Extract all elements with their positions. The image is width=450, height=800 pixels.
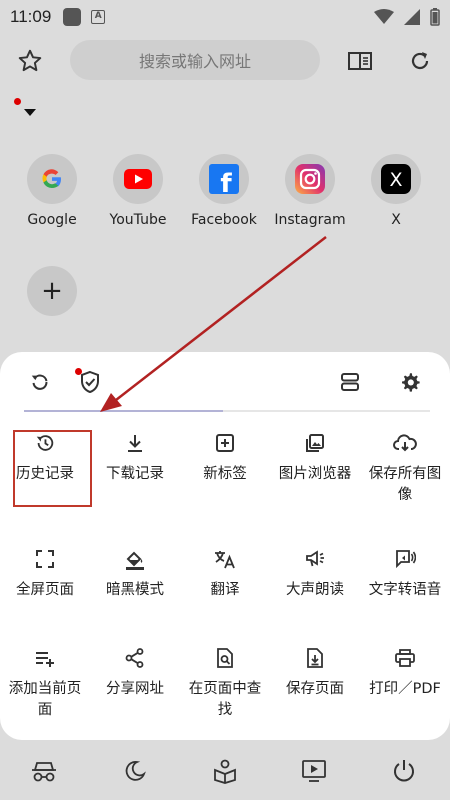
menu-item-translate[interactable]: 翻译	[180, 546, 270, 601]
bottom-navigation	[0, 740, 450, 800]
youtube-logo-icon	[124, 169, 152, 189]
menu-item-save-page[interactable]: 保存页面	[270, 645, 360, 700]
reload-button[interactable]	[401, 42, 439, 80]
gear-icon	[402, 373, 420, 392]
caret-down-icon	[24, 109, 36, 116]
star-icon	[18, 49, 42, 72]
facebook-letter: f	[220, 169, 232, 194]
shield-check-icon	[81, 370, 99, 394]
menu-item-label: 翻译	[210, 582, 240, 598]
x-letter: X	[389, 169, 402, 191]
fullscreen-icon	[36, 550, 54, 568]
menu-item-label: 文字转语音	[368, 582, 442, 598]
instagram-logo-icon	[295, 164, 325, 194]
menu-item-label: 打印／PDF	[369, 681, 441, 697]
dark-mode-icon	[126, 551, 144, 570]
print-icon	[395, 649, 415, 667]
status-bar: 11:09 A	[0, 0, 450, 34]
find-in-page-icon	[217, 648, 233, 668]
notification-dot	[14, 98, 21, 105]
menu-item-downloads[interactable]: 下载记录	[90, 430, 180, 485]
menu-item-dark-mode[interactable]: 暗黑模式	[90, 546, 180, 601]
layout-toggle-button[interactable]	[334, 366, 366, 398]
speed-dial-x[interactable]: X X	[353, 154, 439, 228]
menu-item-label: 在页面中查找	[188, 681, 262, 718]
add-page-icon	[36, 652, 54, 667]
share-icon	[125, 648, 144, 668]
menu-item-find-in-page[interactable]: 在页面中查找	[180, 645, 270, 721]
menu-item-image-viewer[interactable]: 图片浏览器	[270, 430, 360, 485]
menu-item-label: 新标签	[203, 466, 247, 482]
night-mode-button[interactable]	[118, 754, 152, 788]
menu-item-label: 图片浏览器	[278, 466, 352, 482]
menu-item-fullscreen[interactable]: 全屏页面	[0, 546, 90, 601]
media-player-button[interactable]	[297, 754, 331, 788]
progress-bar	[24, 410, 430, 412]
translate-icon	[215, 551, 235, 569]
sync-button[interactable]	[24, 366, 56, 398]
incognito-icon	[32, 762, 56, 782]
facebook-logo-icon: f	[209, 164, 239, 194]
sheet-header	[0, 352, 450, 412]
x-logo-icon: X	[381, 164, 411, 194]
search-placeholder: 搜索或输入网址	[138, 52, 251, 71]
reader-mode-button[interactable]	[341, 42, 379, 80]
add-shortcut-button[interactable]: +	[27, 266, 77, 316]
reader-mode-icon	[348, 52, 372, 70]
menu-item-label: 分享网址	[106, 681, 164, 697]
menu-item-label: 添加当前页面	[8, 681, 82, 718]
menu-item-new-tab[interactable]: 新标签	[180, 430, 270, 485]
menu-item-label: 保存页面	[286, 681, 344, 697]
browser-toolbar: 搜索或输入网址	[0, 34, 450, 88]
speed-dial-youtube[interactable]: YouTube	[95, 154, 181, 228]
reload-icon	[411, 52, 429, 70]
moon-icon	[125, 761, 146, 781]
menu-item-label: 暗黑模式	[106, 582, 164, 598]
settings-button[interactable]	[394, 366, 426, 398]
battery-icon	[430, 8, 440, 26]
sync-icon	[31, 374, 48, 390]
incognito-button[interactable]	[27, 754, 61, 788]
exit-button[interactable]	[387, 754, 421, 788]
book-reader-icon	[214, 759, 236, 784]
signal-icon	[404, 9, 420, 25]
power-icon	[394, 760, 414, 782]
speed-dial-google[interactable]: Google	[9, 154, 95, 228]
bookmark-star-button[interactable]	[11, 42, 49, 80]
menu-item-label: 保存所有图像	[368, 466, 442, 503]
keyboard-badge-icon: A	[91, 10, 106, 24]
save-page-icon	[307, 648, 323, 668]
menu-item-add-current-page[interactable]: 添加当前页面	[0, 645, 90, 721]
download-icon	[128, 435, 142, 452]
wifi-icon	[374, 9, 394, 24]
speed-dial-facebook[interactable]: f Facebook	[181, 154, 267, 228]
menu-item-share-url[interactable]: 分享网址	[90, 645, 180, 700]
image-viewer-icon	[306, 434, 324, 452]
video-play-icon	[302, 760, 326, 782]
menu-item-label: 大声朗读	[286, 582, 344, 598]
menu-item-text-to-speech[interactable]: 文字转语音	[360, 546, 450, 601]
menu-item-print-pdf[interactable]: 打印／PDF	[360, 645, 450, 700]
menu-item-save-all-images[interactable]: 保存所有图像	[360, 430, 450, 506]
text-to-speech-icon	[396, 550, 416, 569]
speed-dial-instagram[interactable]: Instagram	[267, 154, 353, 228]
notification-dot	[75, 368, 82, 375]
menu-item-label: 全屏页面	[16, 582, 74, 598]
notification-icon	[63, 8, 82, 26]
new-tab-icon	[216, 434, 234, 452]
cloud-download-icon	[393, 434, 417, 452]
progress-fill	[24, 410, 223, 412]
read-aloud-icon	[306, 550, 324, 567]
tab-switcher-indicator[interactable]	[14, 98, 36, 116]
search-input[interactable]: 搜索或输入网址	[70, 40, 320, 80]
menu-item-read-aloud[interactable]: 大声朗读	[270, 546, 360, 601]
google-logo-icon	[42, 169, 61, 189]
menu-item-label: 下载记录	[106, 466, 164, 482]
layout-icon	[341, 373, 359, 391]
reading-list-button[interactable]	[208, 754, 242, 788]
status-time: 11:09	[10, 7, 52, 26]
menu-sheet: 历史记录 下载记录 新标签 图片浏览器 保存所有图像 全屏页面 暗黑模式 翻译 …	[0, 352, 450, 740]
highlight-box	[13, 430, 92, 507]
